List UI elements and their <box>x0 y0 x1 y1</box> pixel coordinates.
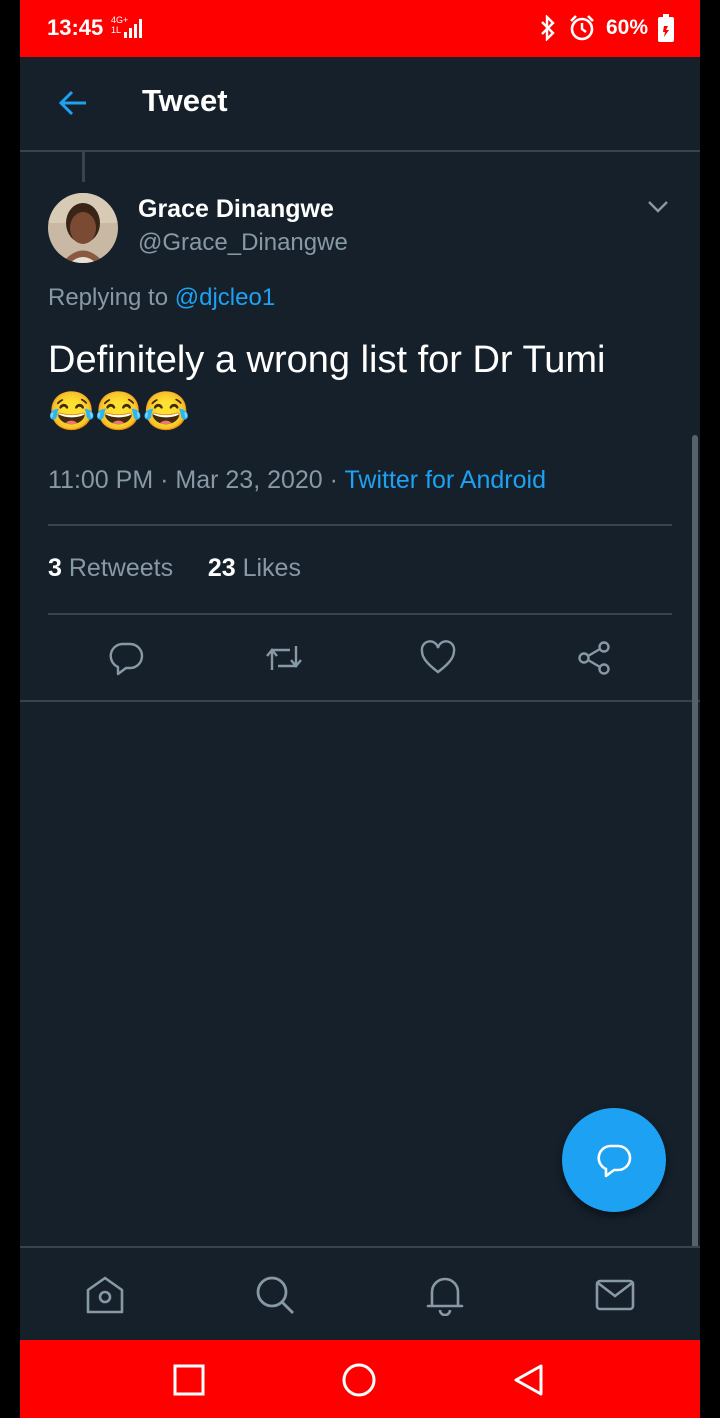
likes-stat[interactable]: 23 Likes <box>208 554 301 582</box>
retweet-icon[interactable] <box>264 640 304 676</box>
meta-separator: · <box>160 466 169 494</box>
replying-mention[interactable]: @djcleo1 <box>175 284 275 311</box>
alarm-icon <box>570 15 594 41</box>
battery-percent: 60% <box>605 16 648 39</box>
recents-icon[interactable] <box>171 1362 207 1398</box>
battery-icon <box>658 14 674 42</box>
back-arrow-icon[interactable] <box>56 85 92 121</box>
tweet-meta: 11:00 PM · Mar 23, 2020 · Twitter for An… <box>48 466 546 495</box>
mail-icon[interactable] <box>594 1274 636 1316</box>
tweet-body: Definitely a wrong list for Dr Tumi <box>48 339 606 381</box>
thread-connector <box>82 152 85 182</box>
replying-prefix: Replying to <box>48 284 169 311</box>
bell-icon[interactable] <box>424 1274 466 1316</box>
divider <box>48 613 672 615</box>
reply-icon[interactable] <box>108 640 144 676</box>
tweet-date: Mar 23, 2020 <box>175 466 323 494</box>
tweet-source[interactable]: Twitter for Android <box>345 466 546 494</box>
avatar-image <box>48 193 118 263</box>
bluetooth-icon <box>541 15 555 41</box>
share-icon[interactable] <box>576 640 612 676</box>
top-app-bar: Tweet <box>20 57 700 152</box>
divider <box>20 700 700 702</box>
home-circle-icon[interactable] <box>341 1362 377 1398</box>
tweet-emoji: 😂😂😂 <box>48 391 190 433</box>
network-subtype: 1L <box>111 25 122 35</box>
search-icon[interactable] <box>254 1274 296 1316</box>
avatar[interactable] <box>48 193 118 263</box>
tweet-stats: 3 Retweets 23 Likes <box>48 554 301 583</box>
compose-reply-icon <box>597 1144 632 1178</box>
likes-label: Likes <box>242 554 301 582</box>
divider <box>48 524 672 526</box>
scrollbar[interactable] <box>692 435 698 1333</box>
home-icon[interactable] <box>84 1274 126 1316</box>
bottom-navigation <box>20 1248 700 1340</box>
retweets-label: Retweets <box>68 554 174 582</box>
author-name[interactable]: Grace Dinangwe <box>138 195 334 224</box>
back-triangle-icon[interactable] <box>511 1362 547 1398</box>
retweets-stat[interactable]: 3 Retweets <box>48 554 173 582</box>
status-bar: 13:45 4G+ 1L 60% <box>20 0 700 57</box>
chevron-down-icon[interactable] <box>646 197 670 215</box>
system-navigation-bar <box>20 1340 700 1418</box>
signal-icon <box>124 19 142 38</box>
compose-reply-button[interactable] <box>562 1108 666 1212</box>
tweet-text: Definitely a wrong list for Dr Tumi 😂😂😂 <box>48 334 668 438</box>
tweet-time: 11:00 PM <box>48 466 154 494</box>
page-title: Tweet <box>142 83 228 118</box>
heart-icon[interactable] <box>420 640 456 676</box>
tweet-actions <box>20 628 700 688</box>
status-time: 13:45 <box>47 15 104 40</box>
author-handle[interactable]: @Grace_Dinangwe <box>138 229 348 257</box>
likes-count: 23 <box>207 554 236 582</box>
retweets-count: 3 <box>48 554 62 582</box>
replying-to: Replying to @djcleo1 <box>48 284 275 312</box>
meta-separator: · <box>329 466 338 494</box>
